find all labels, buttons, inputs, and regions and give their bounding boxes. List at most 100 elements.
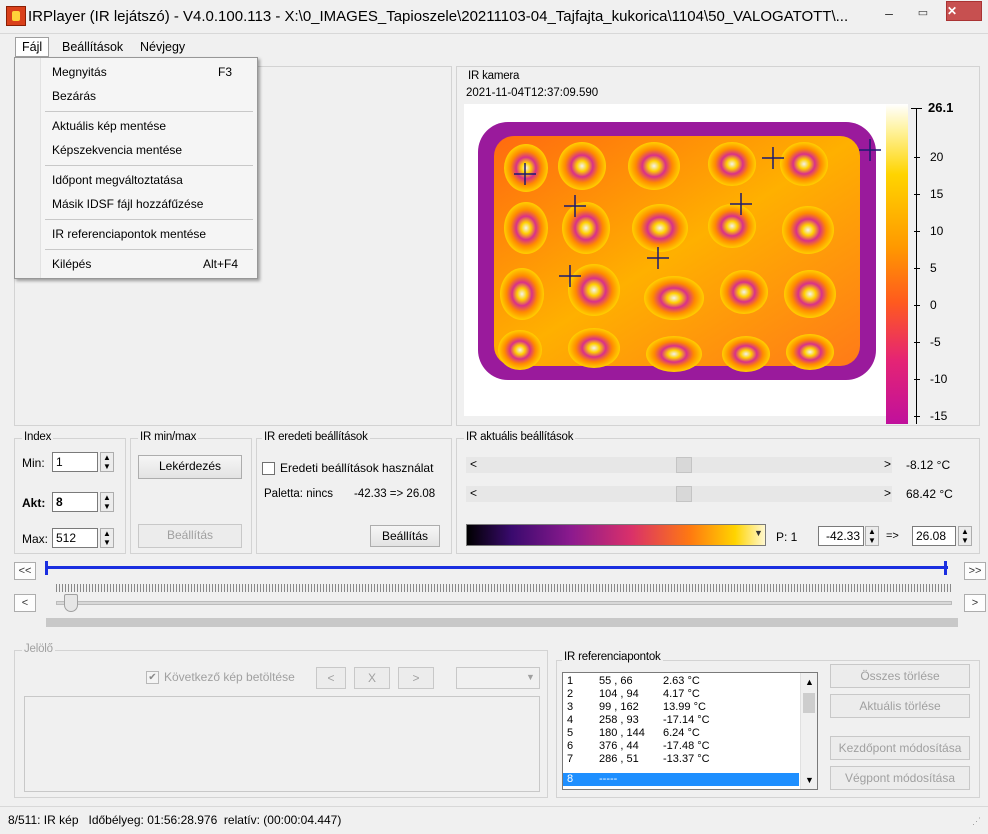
ref-index: 7: [567, 753, 574, 765]
current-max-input[interactable]: 26.08: [912, 526, 956, 546]
next-image-checkbox[interactable]: ✔: [146, 671, 159, 684]
menu-separator: [45, 249, 253, 250]
ref-coords: 286 , 51: [599, 753, 639, 765]
ref-points-list[interactable]: 1 55 , 66 2.63 °C 2 104 , 94 4.17 °C 3 99 , 1…: [562, 672, 818, 790]
edit-end-button[interactable]: Végpont módosítása: [830, 766, 970, 790]
slider-left-arrow[interactable]: <: [470, 457, 477, 471]
index-max-input[interactable]: 512: [52, 528, 98, 548]
step-forward-button[interactable]: >: [964, 594, 986, 612]
close-button[interactable]: ✕: [946, 1, 982, 21]
index-akt-spinner[interactable]: ▲ ▼: [100, 492, 114, 512]
timeline-thumb[interactable]: [64, 594, 78, 612]
minmax-set-button[interactable]: Beállítás: [138, 524, 242, 548]
scale-top-tick: [911, 108, 922, 109]
ref-coords: 376 , 44: [599, 740, 639, 752]
scrollbar-thumb[interactable]: [803, 693, 815, 713]
menu-separator: [45, 111, 253, 112]
menu-gutter: [15, 58, 41, 278]
marker-next-button[interactable]: >: [398, 667, 434, 689]
delete-all-button[interactable]: Összes törlése: [830, 664, 970, 688]
app-icon[interactable]: [6, 6, 26, 26]
original-set-button[interactable]: Beállítás: [370, 525, 440, 547]
menu-settings[interactable]: Beállítások: [56, 37, 129, 57]
max-temp-slider-thumb[interactable]: [676, 486, 692, 502]
progress-bar: [46, 618, 958, 627]
scale-tick-label: 0: [930, 298, 937, 312]
palette-select[interactable]: [466, 524, 766, 546]
range-end-handle[interactable]: [944, 561, 947, 575]
edit-start-button[interactable]: Kezdőpont módosítása: [830, 736, 970, 760]
marker-delete-button[interactable]: X: [354, 667, 390, 689]
range-arrow: =>: [886, 530, 899, 542]
maximize-button[interactable]: ▭: [908, 2, 938, 24]
marker-panel-title: Jelölő: [22, 643, 55, 655]
list-item[interactable]: 4 258 , 93 -17.14 °C: [563, 714, 817, 727]
slider-right-arrow[interactable]: >: [884, 486, 891, 500]
index-akt-input[interactable]: 8: [52, 492, 98, 512]
list-item[interactable]: 3 99 , 162 13.99 °C: [563, 701, 817, 714]
slider-left-arrow[interactable]: <: [470, 486, 477, 500]
slider-right-arrow[interactable]: >: [884, 457, 891, 471]
menu-file[interactable]: Fájl: [15, 37, 50, 57]
use-original-checkbox[interactable]: [262, 462, 275, 475]
marker-prev-button[interactable]: <: [316, 667, 346, 689]
ref-coords: 180 , 144: [599, 727, 645, 739]
chevron-down-icon[interactable]: ▼: [526, 672, 535, 682]
index-min-input[interactable]: 1: [52, 452, 98, 472]
list-item[interactable]: 5 180 , 144 6.24 °C: [563, 727, 817, 740]
palette-number: P: 1: [776, 530, 798, 544]
list-item[interactable]: 2 104 , 94 4.17 °C: [563, 688, 817, 701]
current-min-input[interactable]: -42.33: [818, 526, 864, 546]
status-text: 8/511: IR kép Időbélyeg: 01:56:28.976 re…: [8, 813, 342, 827]
ref-temp: 2.63 °C: [663, 675, 700, 687]
index-akt-label: Akt:: [22, 496, 46, 510]
chevron-up-icon[interactable]: ▲: [805, 677, 814, 687]
list-item-selected[interactable]: 8 -----: [563, 773, 799, 786]
menu-exit[interactable]: Kilépés: [52, 257, 91, 271]
minimize-button[interactable]: –: [876, 2, 902, 24]
delete-current-button[interactable]: Aktuális törlése: [830, 694, 970, 718]
timeline-track[interactable]: [56, 601, 952, 605]
ref-index: 4: [567, 714, 574, 726]
menu-save-current-image[interactable]: Aktuális kép mentése: [52, 119, 166, 133]
ir-thermal-image[interactable]: [464, 104, 890, 416]
menu-append-idsf[interactable]: Másik IDSF fájl hozzáfűzése: [52, 197, 203, 211]
list-item[interactable]: 7 286 , 51 -13.37 °C: [563, 753, 817, 766]
ref-list-scrollbar[interactable]: ▲ ▼: [800, 673, 817, 789]
menu-open[interactable]: Megnyitás: [52, 65, 107, 79]
list-item[interactable]: 1 55 , 66 2.63 °C: [563, 675, 817, 688]
chevron-down-icon[interactable]: ▼: [754, 528, 763, 538]
scale-max-label: 26.1: [928, 100, 954, 115]
fast-forward-button[interactable]: >>: [964, 562, 986, 580]
scale-tick-label: 10: [930, 224, 944, 238]
chevron-down-icon[interactable]: ▼: [805, 775, 814, 785]
menu-open-shortcut: F3: [218, 65, 233, 79]
query-button[interactable]: Lekérdezés: [138, 455, 242, 479]
resize-grip-icon[interactable]: ⋰: [972, 816, 981, 827]
ref-index: 3: [567, 701, 574, 713]
range-bar[interactable]: [46, 566, 948, 569]
menu-separator: [45, 219, 253, 220]
current-min-spinner[interactable]: ▲ ▼: [865, 526, 879, 546]
ref-temp: -17.48 °C: [663, 740, 710, 752]
color-scale-bar: [886, 104, 908, 424]
ir-original-title: IR eredeti beállítások: [262, 431, 370, 443]
step-back-button[interactable]: <: [14, 594, 36, 612]
rewind-button[interactable]: <<: [14, 562, 36, 580]
menu-close[interactable]: Bezárás: [52, 89, 96, 103]
list-item[interactable]: 6 376 , 44 -17.48 °C: [563, 740, 817, 753]
min-temp-slider-thumb[interactable]: [676, 457, 692, 473]
index-min-spinner[interactable]: ▲ ▼: [100, 452, 114, 472]
range-start-handle[interactable]: [45, 561, 48, 575]
menu-save-ref-points[interactable]: IR referenciapontok mentése: [52, 227, 206, 241]
ref-coords: -----: [599, 773, 618, 785]
index-min-label: Min:: [22, 456, 45, 470]
menu-change-time[interactable]: Időpont megváltoztatása: [52, 173, 183, 187]
scale-tick-label: 20: [930, 150, 944, 164]
scale-tick-label: -10: [930, 372, 948, 386]
menu-save-sequence[interactable]: Képszekvencia mentése: [52, 143, 182, 157]
marker-list[interactable]: [24, 696, 540, 792]
menu-about[interactable]: Névjegy: [134, 37, 191, 57]
current-max-spinner[interactable]: ▲ ▼: [958, 526, 972, 546]
index-max-spinner[interactable]: ▲ ▼: [100, 528, 114, 548]
